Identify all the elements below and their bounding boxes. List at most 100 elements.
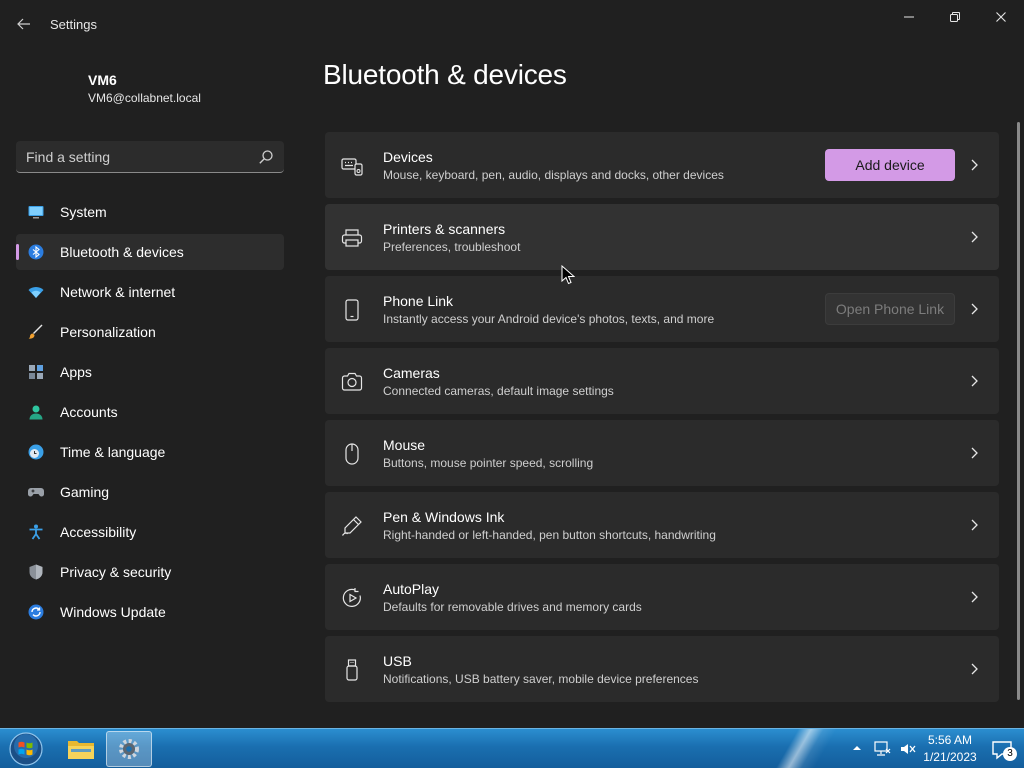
card-title: Devices (383, 149, 433, 165)
card-subtitle: Preferences, troubleshoot (383, 240, 521, 254)
close-icon (996, 12, 1006, 22)
title-bar: Settings (0, 0, 1024, 48)
page-title: Bluetooth & devices (323, 59, 567, 90)
sidebar-item-apps[interactable]: Apps (16, 354, 284, 390)
sidebar-item-label: Privacy & security (60, 564, 172, 580)
search-box[interactable] (16, 141, 284, 173)
card-title: Printers & scanners (383, 221, 506, 237)
card-printers-scanners[interactable]: Printers & scanners Preferences, trouble… (325, 204, 999, 270)
sidebar-item-label: Windows Update (60, 604, 166, 620)
card-pen-windows-ink[interactable]: Pen & Windows Ink Right-handed or left-h… (325, 492, 999, 558)
chevron-right-icon (971, 519, 978, 531)
bluetooth-icon (28, 244, 44, 260)
sidebar-item-label: Apps (60, 364, 92, 380)
add-device-button[interactable]: Add device (825, 149, 955, 181)
sidebar-item-privacy-security[interactable]: Privacy & security (16, 554, 284, 590)
card-subtitle: Notifications, USB battery saver, mobile… (383, 672, 699, 686)
chevron-up-icon[interactable] (851, 743, 863, 753)
card-cameras[interactable]: Cameras Connected cameras, default image… (325, 348, 999, 414)
back-button[interactable] (10, 10, 38, 38)
sidebar-item-time-language[interactable]: Time & language (16, 434, 284, 470)
card-devices[interactable]: Devices Mouse, keyboard, pen, audio, dis… (325, 132, 999, 198)
card-subtitle: Defaults for removable drives and memory… (383, 600, 642, 614)
card-title: AutoPlay (383, 581, 440, 597)
system-icon (28, 206, 44, 219)
close-button[interactable] (978, 4, 1024, 30)
sidebar-item-label: Network & internet (60, 284, 176, 300)
card-title: Mouse (383, 437, 426, 453)
windows-start-icon (9, 732, 43, 766)
chevron-right-icon (971, 663, 978, 675)
file-explorer-icon (68, 741, 94, 759)
sidebar-item-system[interactable]: System (16, 194, 284, 230)
apps-icon (29, 365, 43, 379)
sidebar-item-windows-update[interactable]: Windows Update (16, 594, 284, 630)
sidebar-item-label: Accessibility (60, 524, 137, 540)
accessibility-icon (29, 524, 43, 540)
card-mouse[interactable]: Mouse Buttons, mouse pointer speed, scro… (325, 420, 999, 486)
printer-icon (341, 229, 363, 247)
sidebar-item-accounts[interactable]: Accounts (16, 394, 284, 430)
camera-icon (341, 372, 363, 391)
chevron-right-icon (971, 159, 978, 171)
sidebar-item-label: System (60, 204, 107, 220)
card-title: Pen & Windows Ink (383, 509, 505, 525)
settings-cards: Devices Mouse, keyboard, pen, audio, dis… (325, 132, 999, 708)
taskbar-file-explorer[interactable] (58, 731, 104, 767)
clock-globe-icon (28, 444, 44, 460)
taskbar: 5:56 AM 1/21/2023 3 (0, 728, 1024, 768)
profile-email: VM6@collabnet.local (88, 91, 201, 105)
card-title: USB (383, 653, 412, 669)
card-subtitle: Buttons, mouse pointer speed, scrolling (383, 456, 594, 470)
usb-icon (346, 659, 358, 681)
sidebar-item-personalization[interactable]: Personalization (16, 314, 284, 350)
minimize-button[interactable] (886, 4, 932, 30)
taskbar-settings[interactable] (106, 731, 152, 767)
app-title: Settings (50, 17, 97, 32)
brush-icon (28, 324, 43, 339)
card-subtitle: Mouse, keyboard, pen, audio, displays an… (383, 168, 724, 182)
sidebar-item-label: Gaming (60, 484, 110, 500)
card-title: Phone Link (383, 293, 454, 309)
card-autoplay[interactable]: AutoPlay Defaults for removable drives a… (325, 564, 999, 630)
sidebar-nav: System Bluetooth & devices Network & int… (16, 194, 284, 634)
search-input[interactable] (26, 141, 251, 172)
sidebar-item-label: Personalization (60, 324, 156, 340)
mouse-cursor-icon (561, 265, 575, 285)
search-icon[interactable] (258, 149, 274, 165)
maximize-icon (950, 12, 960, 22)
mouse-icon (345, 443, 359, 465)
volume-muted-icon[interactable] (899, 740, 917, 758)
sidebar-item-bluetooth-devices[interactable]: Bluetooth & devices (16, 234, 284, 270)
card-usb[interactable]: USB Notifications, USB battery saver, mo… (325, 636, 999, 702)
clock-date[interactable]: 1/21/2023 (918, 750, 982, 764)
devices-icon (341, 158, 363, 176)
sidebar-item-label: Time & language (60, 444, 166, 460)
sidebar-item-gaming[interactable]: Gaming (16, 474, 284, 510)
network-icon[interactable] (873, 740, 891, 758)
phone-icon (345, 299, 359, 321)
selection-indicator (16, 244, 19, 260)
update-icon (28, 604, 44, 620)
card-subtitle: Right-handed or left-handed, pen button … (383, 528, 716, 542)
sidebar-item-network[interactable]: Network & internet (16, 274, 284, 310)
maximize-button[interactable] (932, 4, 978, 30)
card-phone-link[interactable]: Phone Link Instantly access your Android… (325, 276, 999, 342)
open-phone-link-button[interactable]: Open Phone Link (825, 293, 955, 325)
pen-icon (342, 516, 362, 536)
clock-time[interactable]: 5:56 AM (918, 733, 982, 747)
card-subtitle: Connected cameras, default image setting… (383, 384, 614, 398)
notification-count-badge: 3 (1003, 747, 1017, 761)
gamepad-icon (28, 488, 44, 497)
taskbar-highlight (740, 729, 860, 768)
autoplay-icon (342, 588, 361, 607)
chevron-right-icon (971, 303, 978, 315)
start-button[interactable] (6, 730, 46, 768)
scrollbar[interactable] (1017, 122, 1020, 700)
chevron-right-icon (971, 447, 978, 459)
sidebar-item-accessibility[interactable]: Accessibility (16, 514, 284, 550)
back-arrow-icon (17, 18, 30, 30)
wifi-icon (28, 287, 44, 298)
sidebar-item-label: Accounts (60, 404, 118, 420)
profile-name: VM6 (88, 72, 117, 88)
